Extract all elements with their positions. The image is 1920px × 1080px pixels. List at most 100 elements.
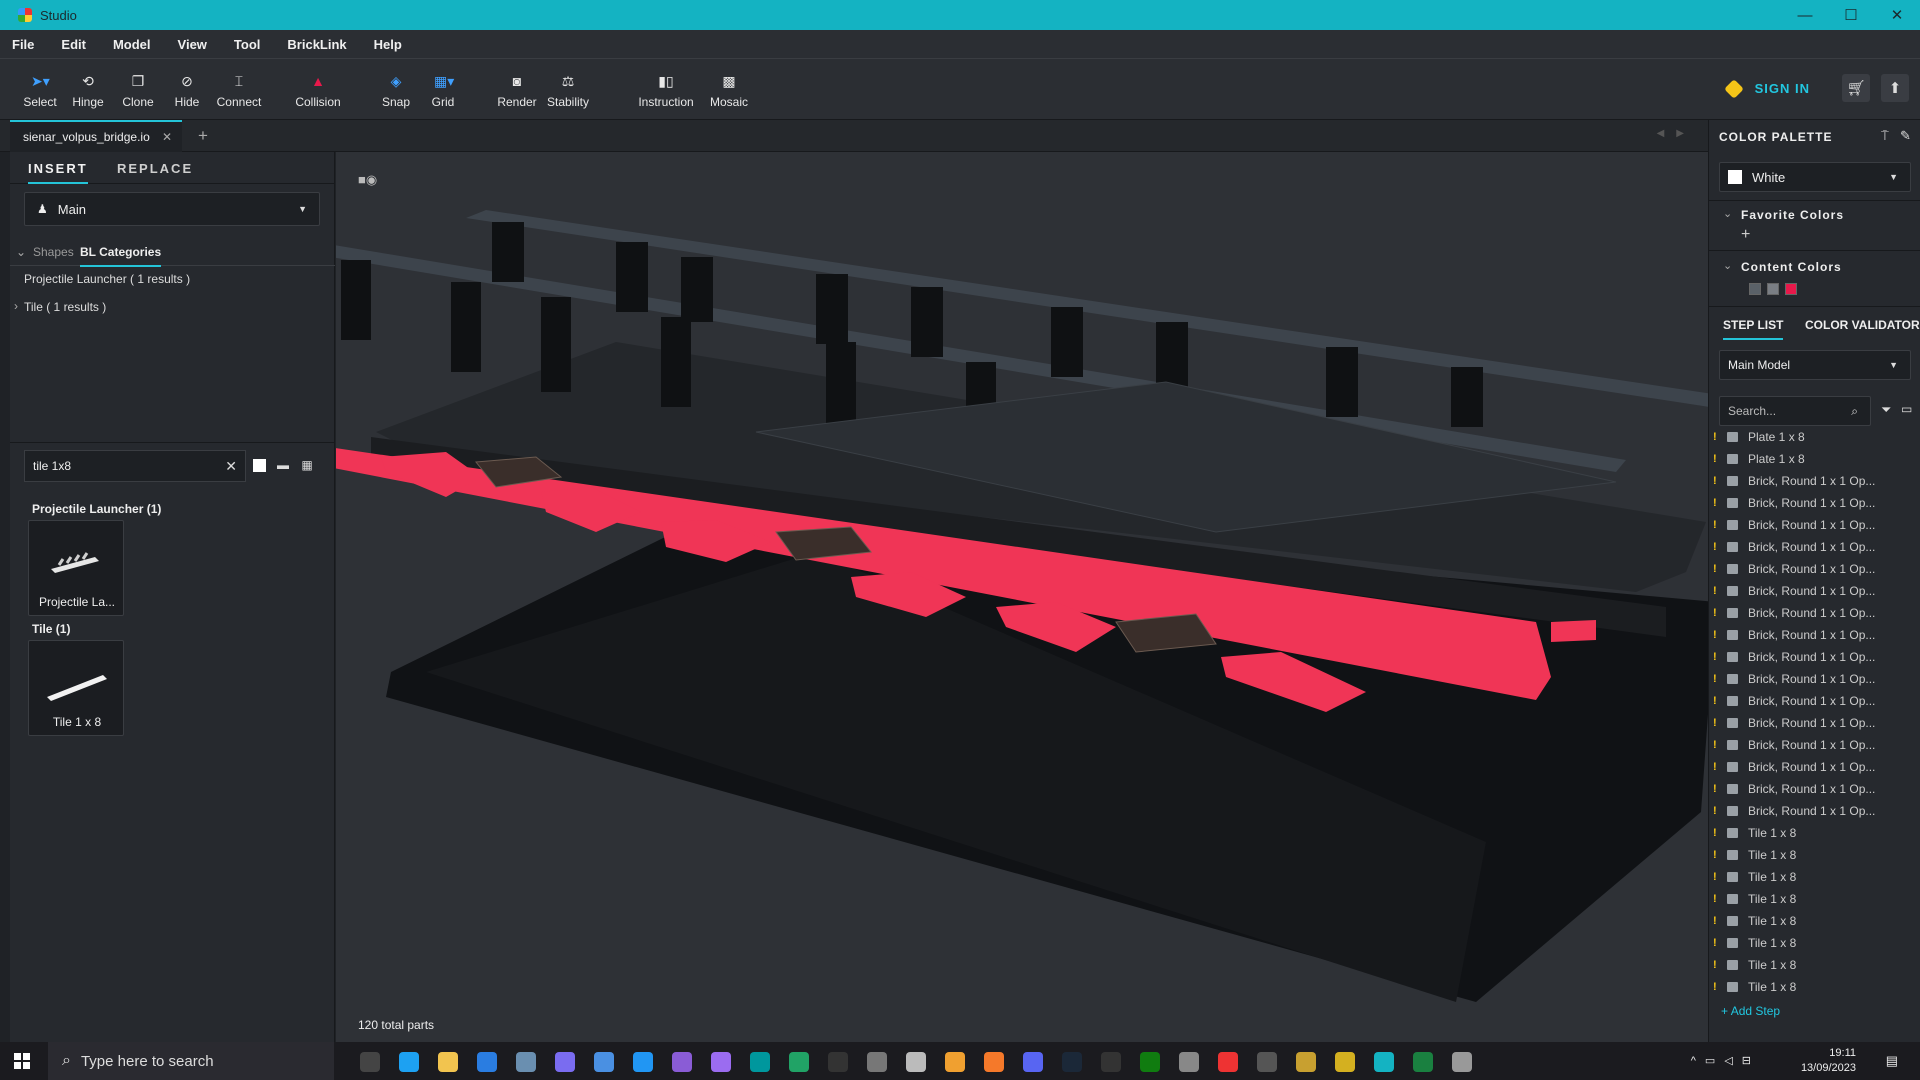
sign-in-button[interactable]: SIGN IN <box>1723 78 1810 99</box>
document-tab[interactable]: sienar_volpus_bridge.io ✕ <box>10 120 182 152</box>
discord-icon[interactable] <box>1023 1052 1043 1072</box>
content-color-swatch[interactable] <box>1749 283 1761 295</box>
3d-viewport[interactable]: ■◉ 120 total parts <box>336 152 1708 1042</box>
connect-tool[interactable]: ⌶ Connect <box>209 73 269 109</box>
grid-tool[interactable]: ▦▾ Grid <box>413 73 473 109</box>
content-color-swatch[interactable] <box>1785 283 1797 295</box>
mosaic-tool[interactable]: ▩ Mosaic <box>699 73 759 109</box>
step-list-item[interactable]: ! Tile 1 x 8 <box>1709 866 1909 888</box>
large-view-icon[interactable] <box>253 459 266 472</box>
step-list-item[interactable]: ! Tile 1 x 8 <box>1709 954 1909 976</box>
chevron-right-icon[interactable]: › <box>14 299 18 313</box>
chevron-down-icon[interactable]: ⌄ <box>16 245 26 259</box>
color-select[interactable]: White ▼ <box>1719 162 1911 192</box>
app-icon[interactable] <box>945 1052 965 1072</box>
step-list-item[interactable]: ! Brick, Round 1 x 1 Op... <box>1709 492 1909 514</box>
tab-insert[interactable]: INSERT <box>28 161 88 184</box>
part-search-input[interactable]: tile 1x8 ✕ <box>24 450 246 482</box>
menu-file[interactable]: File <box>12 37 34 52</box>
windows-start-icon[interactable] <box>14 1053 30 1069</box>
visual-studio-icon[interactable] <box>672 1052 692 1072</box>
menu-view[interactable]: View <box>178 37 207 52</box>
step-search-input[interactable]: Search... ⌕ <box>1719 396 1871 426</box>
add-favorite-icon[interactable]: + <box>1741 226 1750 244</box>
menu-tool[interactable]: Tool <box>234 37 260 52</box>
paint-roller-icon[interactable]: ⍑ <box>1881 128 1889 144</box>
tab-replace[interactable]: REPLACE <box>117 161 193 176</box>
step-list-item[interactable]: ! Tile 1 x 8 <box>1709 888 1909 910</box>
part-card-projectile-launcher[interactable]: Projectile La... <box>28 520 124 616</box>
step-list-item[interactable]: ! Tile 1 x 8 <box>1709 822 1909 844</box>
small-grid-view-icon[interactable]: ▦ <box>300 458 314 472</box>
tab-color-validator[interactable]: COLOR VALIDATOR <box>1805 318 1920 332</box>
category-projectile-launcher[interactable]: Projectile Launcher ( 1 results ) <box>24 272 190 286</box>
step-list-item[interactable]: ! Brick, Round 1 x 1 Op... <box>1709 646 1909 668</box>
task-view-icon[interactable] <box>360 1052 380 1072</box>
content-color-swatch[interactable] <box>1767 283 1779 295</box>
step-list-item[interactable]: ! Brick, Round 1 x 1 Op... <box>1709 514 1909 536</box>
step-list-item[interactable]: ! Brick, Round 1 x 1 Op... <box>1709 470 1909 492</box>
system-tray-icons[interactable]: ^▭◁⊟ <box>1691 1054 1760 1067</box>
taskbar-clock[interactable]: 19:11 13/09/2023 <box>1801 1046 1856 1076</box>
menu-bricklink[interactable]: BrickLink <box>287 37 346 52</box>
step-list-item[interactable]: ! Brick, Round 1 x 1 Op... <box>1709 712 1909 734</box>
collision-tool[interactable]: ▲ Collision <box>288 73 348 109</box>
app-icon[interactable] <box>1413 1052 1433 1072</box>
palette-select[interactable]: ♟ Main ▼ <box>24 192 320 226</box>
category-tile[interactable]: Tile ( 1 results ) <box>24 300 106 314</box>
add-step-button[interactable]: + Add Step <box>1721 1004 1780 1018</box>
app-icon[interactable] <box>555 1052 575 1072</box>
clear-search-icon[interactable]: ✕ <box>225 458 237 475</box>
new-tab-icon[interactable]: + <box>198 126 208 146</box>
step-list-item[interactable]: ! Brick, Round 1 x 1 Op... <box>1709 778 1909 800</box>
store-icon[interactable] <box>477 1052 497 1072</box>
blender-icon[interactable] <box>984 1052 1004 1072</box>
cart-icon[interactable]: 🛒︎ <box>1842 74 1870 102</box>
step-list-item[interactable]: ! Tile 1 x 8 <box>1709 910 1909 932</box>
filter-icon[interactable]: ⏷ <box>1881 402 1891 418</box>
app-icon[interactable] <box>1257 1052 1277 1072</box>
app-icon[interactable] <box>1218 1052 1238 1072</box>
excel-icon[interactable] <box>789 1052 809 1072</box>
medium-view-icon[interactable]: ▬ <box>276 458 290 472</box>
tab-step-list[interactable]: STEP LIST <box>1723 318 1784 340</box>
app-icon[interactable] <box>906 1052 926 1072</box>
step-list-item[interactable]: ! Brick, Round 1 x 1 Op... <box>1709 580 1909 602</box>
obs-icon[interactable] <box>1101 1052 1121 1072</box>
app-icon[interactable] <box>594 1052 614 1072</box>
app-icon[interactable] <box>516 1052 536 1072</box>
maximize-icon[interactable]: ☐ <box>1828 0 1874 30</box>
notifications-icon[interactable]: ▤ <box>1886 1053 1898 1069</box>
taskbar-search-input[interactable]: ⌕ Type here to search <box>48 1042 334 1080</box>
tab-shapes[interactable]: Shapes <box>33 245 74 259</box>
step-list-item[interactable]: ! Tile 1 x 8 <box>1709 932 1909 954</box>
close-icon[interactable]: ✕ <box>1874 0 1920 30</box>
steam-icon[interactable] <box>1062 1052 1082 1072</box>
step-list-item[interactable]: ! Brick, Round 1 x 1 Op... <box>1709 734 1909 756</box>
step-list-item[interactable]: ! Brick, Round 1 x 1 Op... <box>1709 690 1909 712</box>
view-toggle-icon[interactable]: ▭ <box>1901 402 1912 416</box>
model-select[interactable]: Main Model ▼ <box>1719 350 1911 380</box>
minimize-icon[interactable]: — <box>1782 0 1828 30</box>
hide-tool[interactable]: ⊘ Hide <box>157 73 217 109</box>
app-icon[interactable] <box>1335 1052 1355 1072</box>
edge-icon[interactable] <box>399 1052 419 1072</box>
eyedropper-icon[interactable]: ✎ <box>1900 128 1911 144</box>
app-icon[interactable] <box>1452 1052 1472 1072</box>
step-list-item[interactable]: ! Brick, Round 1 x 1 Op... <box>1709 624 1909 646</box>
app-icon[interactable] <box>867 1052 887 1072</box>
step-list-item[interactable]: ! Brick, Round 1 x 1 Op... <box>1709 536 1909 558</box>
stability-tool[interactable]: ⚖ Stability <box>538 73 598 109</box>
menu-model[interactable]: Model <box>113 37 151 52</box>
chevron-down-icon[interactable]: ⌄ <box>1723 259 1732 272</box>
tab-bl-categories[interactable]: BL Categories <box>80 245 162 267</box>
step-list-item[interactable]: ! Brick, Round 1 x 1 Op... <box>1709 668 1909 690</box>
world-of-warcraft-icon[interactable] <box>1296 1052 1316 1072</box>
github-icon[interactable] <box>711 1052 731 1072</box>
chevron-down-icon[interactable]: ⌄ <box>1723 207 1732 220</box>
step-list-item[interactable]: ! Brick, Round 1 x 1 Op... <box>1709 800 1909 822</box>
studio-icon[interactable] <box>1374 1052 1394 1072</box>
close-tab-icon[interactable]: ✕ <box>162 130 172 144</box>
step-list-item[interactable]: ! Tile 1 x 8 <box>1709 976 1909 998</box>
step-list-item[interactable]: ! Brick, Round 1 x 1 Op... <box>1709 756 1909 778</box>
